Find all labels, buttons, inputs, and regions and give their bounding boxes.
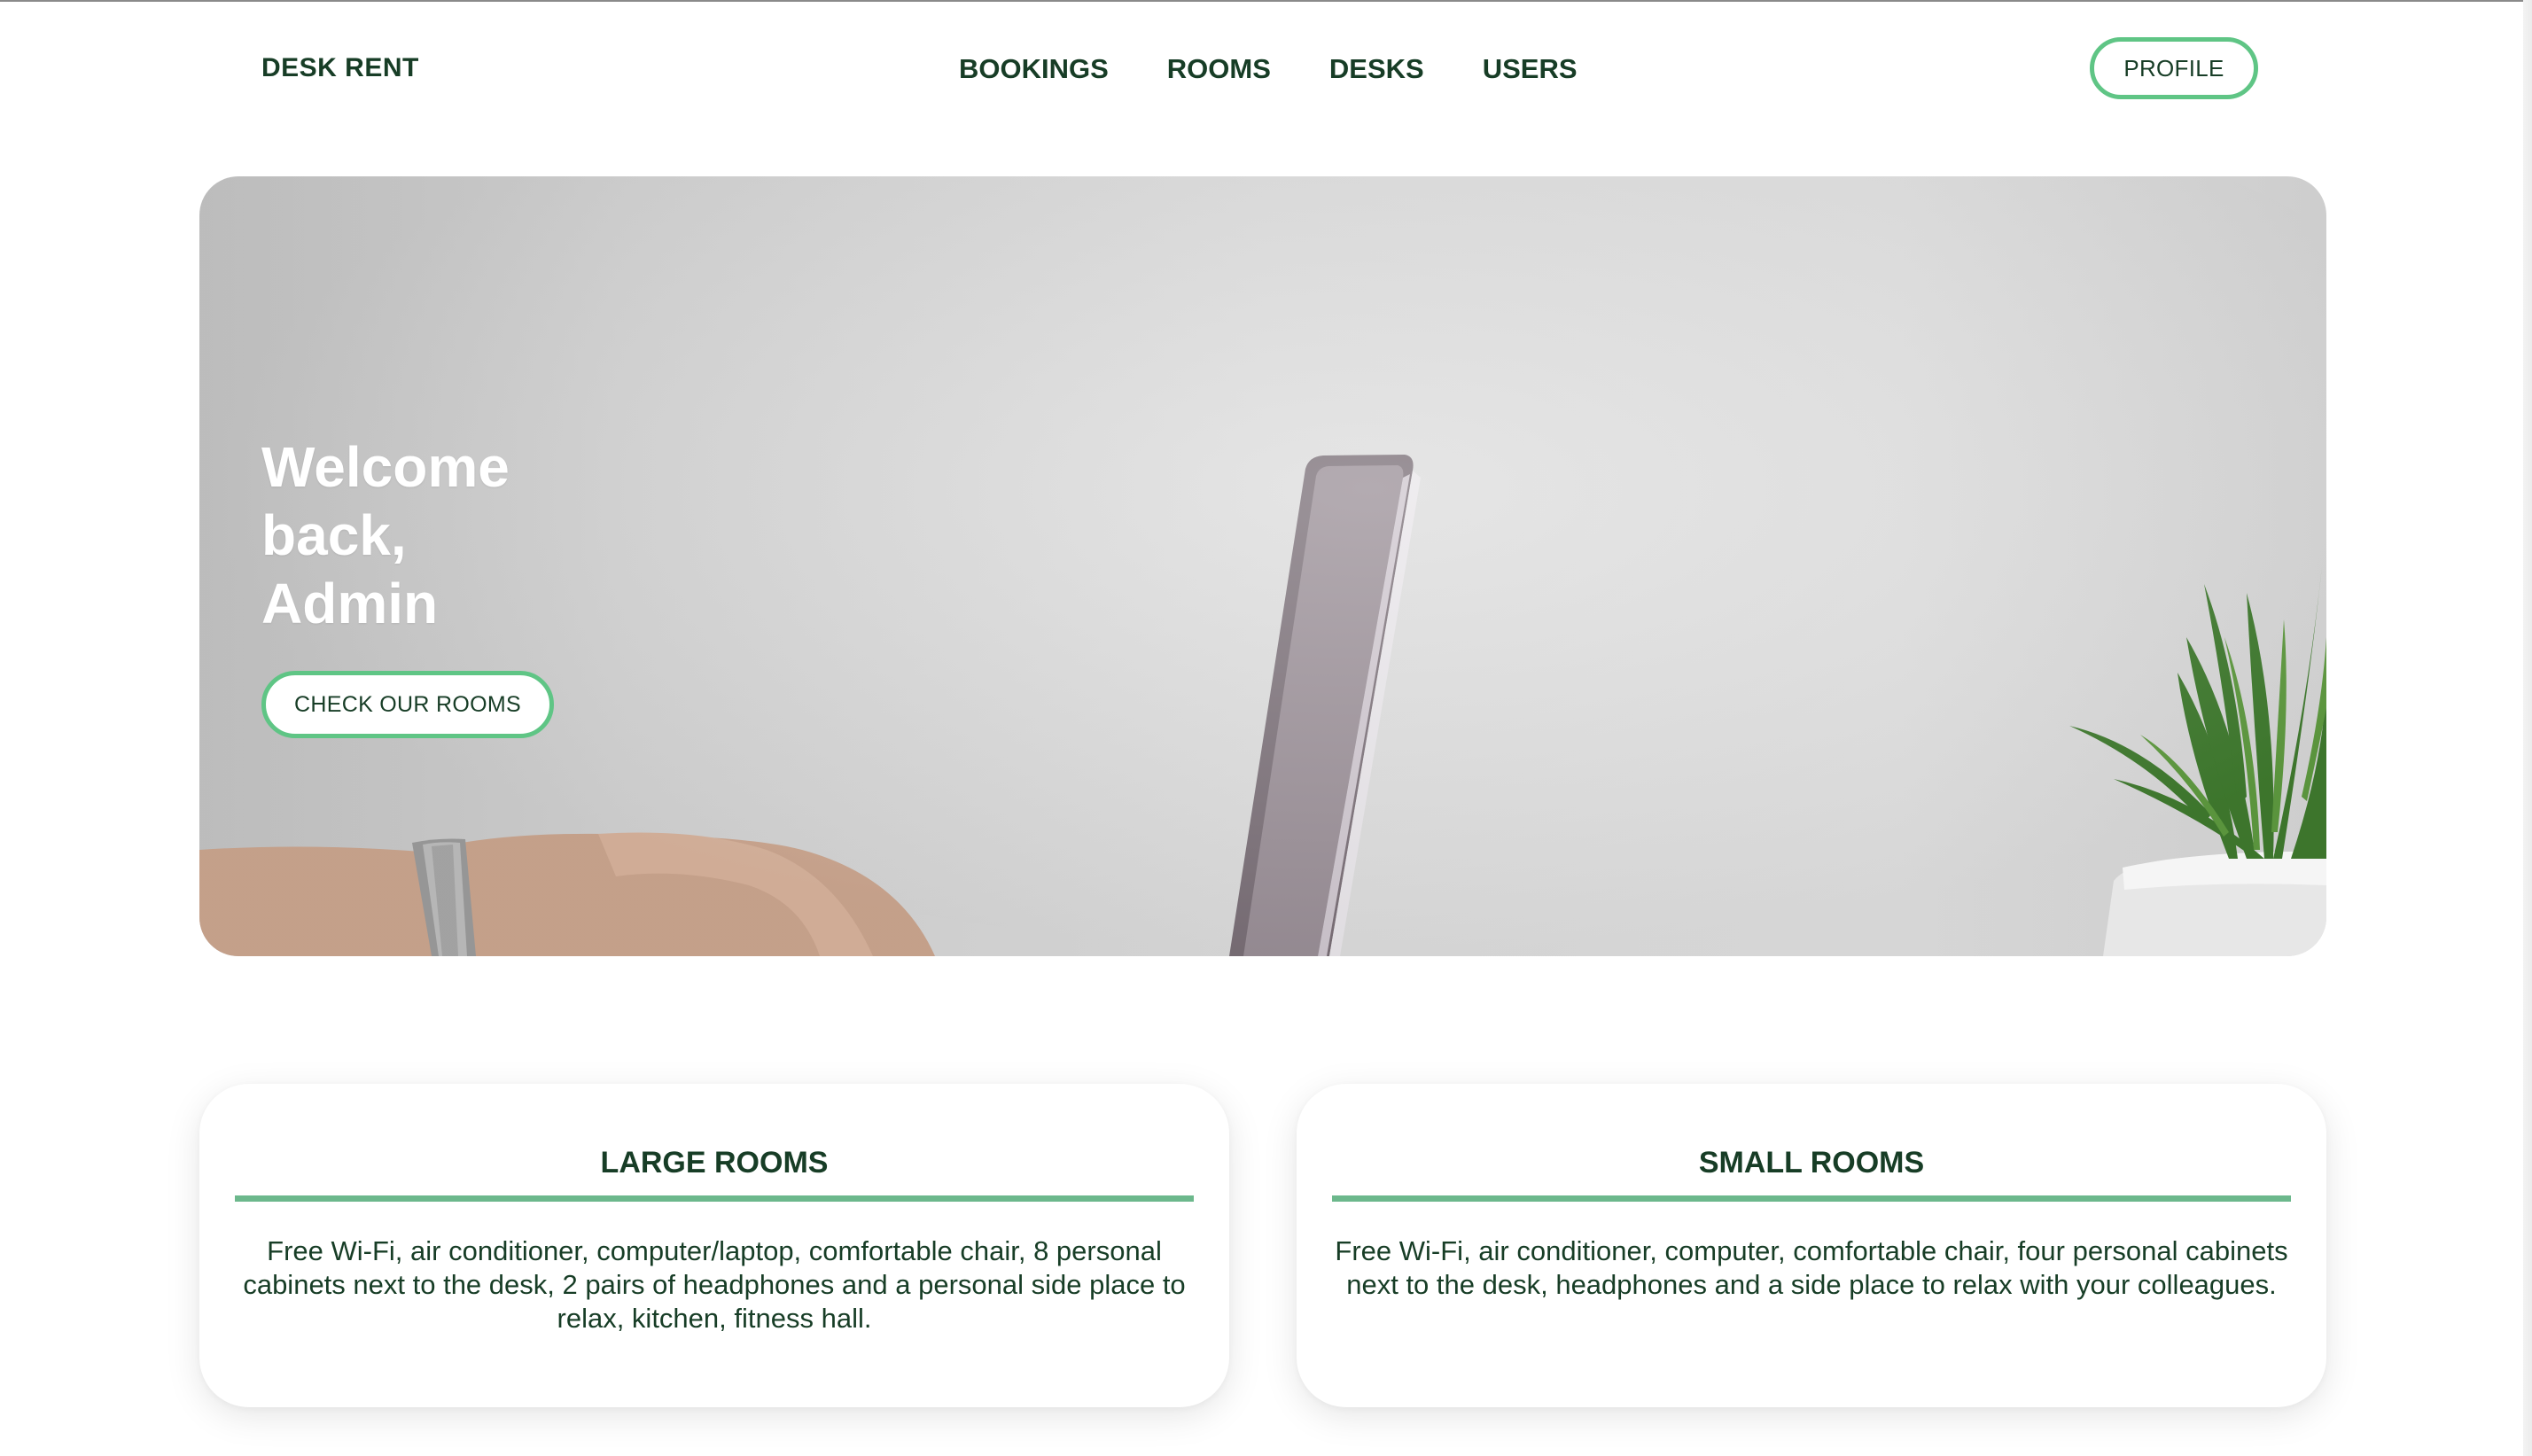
- hero-welcome-heading: Welcome back, Admin: [261, 433, 510, 638]
- card-divider: [235, 1195, 1194, 1202]
- check-our-rooms-button[interactable]: CHECK OUR ROOMS: [261, 671, 554, 738]
- card-title: LARGE ROOMS: [600, 1146, 829, 1180]
- small-rooms-card: SMALL ROOMS Free Wi-Fi, air conditioner,…: [1297, 1084, 2326, 1407]
- brand-logo[interactable]: DESK RENT: [261, 53, 419, 83]
- hero-banner: Welcome back, Admin CHECK OUR ROOMS: [199, 176, 2326, 956]
- scrollbar-track[interactable]: [2523, 0, 2532, 1456]
- nav-item-desks[interactable]: DESKS: [1329, 53, 1424, 85]
- card-divider: [1332, 1195, 2291, 1202]
- hero-title-line: Welcome: [261, 435, 510, 499]
- card-description: Free Wi-Fi, air conditioner, computer, c…: [1335, 1235, 2288, 1300]
- profile-button[interactable]: PROFILE: [2090, 37, 2258, 99]
- large-rooms-card: LARGE ROOMS Free Wi-Fi, air conditioner,…: [199, 1084, 1229, 1407]
- nav-item-users[interactable]: USERS: [1483, 53, 1578, 85]
- card-description: Free Wi-Fi, air conditioner, computer/la…: [243, 1235, 1186, 1334]
- hero-title-line: back,: [261, 503, 407, 567]
- hero-title-line: Admin: [261, 572, 439, 635]
- main-nav: BOOKINGS ROOMS DESKS USERS: [959, 53, 1578, 85]
- hero-overlay: [199, 176, 2326, 956]
- site-header: DESK RENT BOOKINGS ROOMS DESKS USERS PRO…: [0, 2, 2523, 140]
- nav-item-rooms[interactable]: ROOMS: [1167, 53, 1271, 85]
- card-title: SMALL ROOMS: [1698, 1146, 1925, 1180]
- nav-item-bookings[interactable]: BOOKINGS: [959, 53, 1109, 85]
